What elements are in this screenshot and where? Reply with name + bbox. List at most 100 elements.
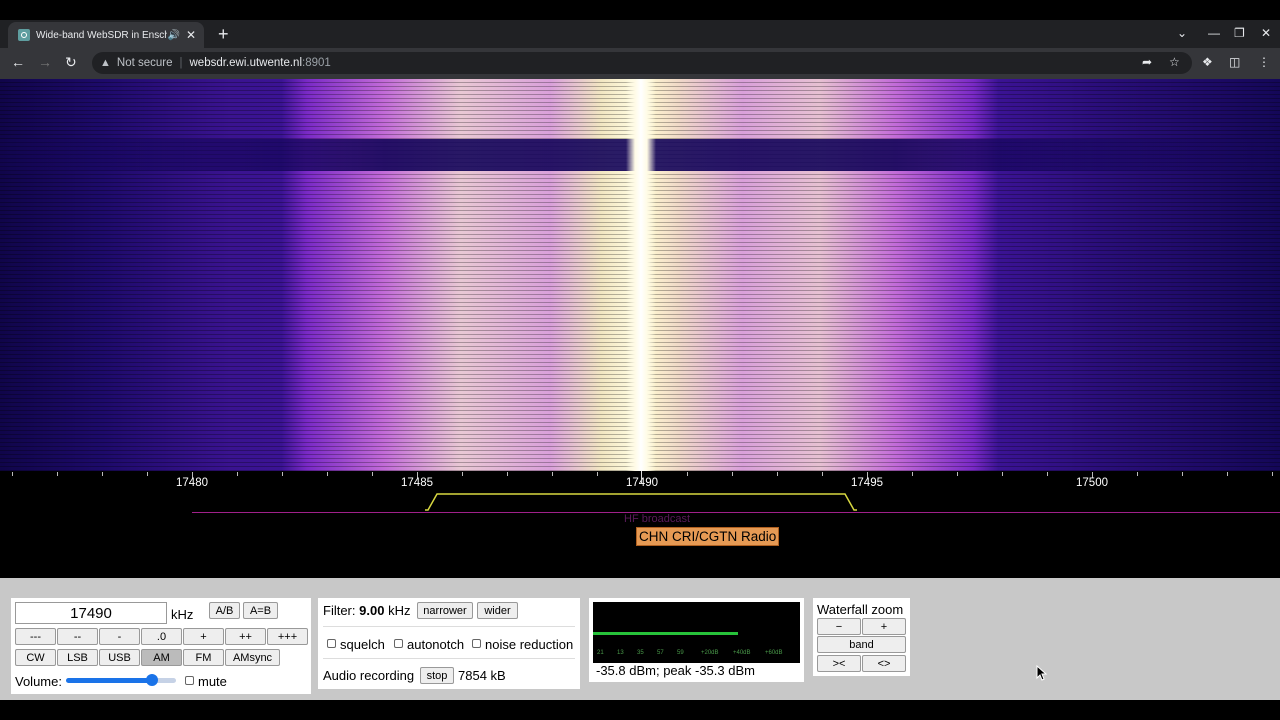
filter-label-text: Filter: — [323, 603, 356, 618]
close-window-icon[interactable]: ✕ — [1261, 26, 1271, 40]
filter-unit: kHz — [388, 603, 411, 618]
meter-scale-label: 21 — [597, 650, 604, 656]
share-icon[interactable]: ➦ — [1142, 55, 1152, 69]
scale-tick — [1047, 472, 1048, 476]
tab-title: Wide-band WebSDR in Ensch — [36, 29, 168, 41]
round-frequency-button[interactable]: .0 — [141, 628, 182, 645]
new-tab-button[interactable]: + — [218, 24, 229, 44]
zoom-title: Waterfall zoom — [817, 602, 904, 617]
volume-slider-thumb[interactable] — [146, 674, 158, 686]
meter-scale-label: +20dB — [701, 650, 719, 656]
signal-meter: 21 13 35 57 59 +20dB +40dB +60dB — [593, 602, 800, 663]
screen-bottom-border — [0, 700, 1280, 720]
scale-tick — [777, 472, 778, 476]
filter-label: Filter: 9.00 kHz — [323, 603, 410, 618]
signal-level-bar — [593, 632, 738, 635]
a-equals-b-button[interactable]: A=B — [243, 602, 278, 619]
frequency-input[interactable] — [15, 602, 167, 624]
forward-arrow-icon[interactable]: → — [38, 54, 52, 70]
scale-tick — [507, 472, 508, 476]
screen-top-border — [0, 0, 1280, 20]
step-down-medium-button[interactable]: -- — [57, 628, 98, 645]
step-up-small-button[interactable]: + — [183, 628, 224, 645]
bookmark-star-icon[interactable]: ☆ — [1169, 55, 1180, 69]
filter-panel: Filter: 9.00 kHz narrower wider squelch … — [318, 598, 580, 689]
extensions-puzzle-icon[interactable]: ❖ — [1202, 55, 1213, 69]
scale-tick — [327, 472, 328, 476]
step-up-medium-button[interactable]: ++ — [225, 628, 266, 645]
minimize-icon[interactable]: — — [1208, 26, 1220, 40]
back-arrow-icon[interactable]: ← — [11, 54, 25, 70]
zoom-in-button[interactable]: + — [862, 618, 906, 635]
noise-reduction-label: noise reduction — [485, 637, 574, 652]
step-down-small-button[interactable]: - — [99, 628, 140, 645]
websdr-favicon-icon — [18, 29, 30, 41]
autonotch-label: autonotch — [407, 637, 465, 652]
noise-reduction-checkbox[interactable] — [472, 639, 481, 648]
mute-checkbox[interactable] — [185, 676, 194, 685]
waterfall-carrier — [626, 79, 656, 471]
scale-tick — [1137, 472, 1138, 476]
url-port: :8901 — [302, 57, 331, 69]
mode-am-button[interactable]: AM — [141, 649, 182, 666]
meter-scale-label: 59 — [677, 650, 684, 656]
mode-cw-button[interactable]: CW — [15, 649, 56, 666]
recording-size: 7854 kB — [458, 668, 506, 683]
browser-tab[interactable]: Wide-band WebSDR in Ensch 🔊 ✕ — [8, 22, 204, 48]
squelch-checkbox[interactable] — [327, 639, 336, 648]
speaker-icon[interactable]: 🔊 — [167, 30, 179, 41]
mute-label: mute — [198, 674, 227, 689]
recording-divider — [323, 658, 575, 659]
side-panel-icon[interactable]: ◫ — [1229, 55, 1240, 69]
scale-tick — [597, 472, 598, 476]
meter-scale-label: 35 — [637, 650, 644, 656]
scale-tick — [552, 472, 553, 476]
warning-icon: ▲ — [100, 57, 111, 69]
scale-tick — [912, 472, 913, 476]
address-separator: | — [179, 57, 183, 69]
step-up-large-button[interactable]: +++ — [267, 628, 308, 645]
zoom-wide-button[interactable]: <> — [862, 655, 906, 672]
address-bar[interactable]: ▲ Not secure | websdr.ewi.utwente.nl:890… — [92, 52, 1192, 74]
squelch-label: squelch — [340, 637, 385, 652]
narrower-button[interactable]: narrower — [417, 602, 473, 619]
scale-tick — [1272, 472, 1273, 476]
waterfall-display[interactable] — [0, 79, 1280, 471]
restore-icon[interactable]: ❐ — [1234, 26, 1245, 40]
audio-recording-label: Audio recording — [323, 668, 415, 683]
passband-indicator[interactable] — [424, 493, 858, 511]
volume-label: Volume: — [15, 674, 62, 689]
scale-tick — [822, 472, 823, 476]
mode-lsb-button[interactable]: LSB — [57, 649, 98, 666]
scale-tick — [957, 472, 958, 476]
menu-kebab-icon[interactable]: ⋮ — [1258, 55, 1270, 69]
scale-tick — [1227, 472, 1228, 476]
tuning-panel: kHz A/B A=B --- -- - .0 + ++ +++ CW LSB … — [11, 598, 311, 694]
ab-button[interactable]: A/B — [209, 602, 240, 619]
autonotch-checkbox[interactable] — [394, 639, 403, 648]
tick-label: 17480 — [176, 477, 208, 489]
stop-recording-button[interactable]: stop — [420, 667, 454, 684]
volume-slider-fill[interactable] — [66, 678, 152, 683]
mode-fm-button[interactable]: FM — [183, 649, 224, 666]
zoom-narrow-button[interactable]: >< — [817, 655, 861, 672]
scale-tick — [687, 472, 688, 476]
close-tab-icon[interactable]: ✕ — [186, 28, 196, 42]
zoom-band-button[interactable]: band — [817, 636, 906, 653]
zoom-out-button[interactable]: − — [817, 618, 861, 635]
station-label[interactable]: CHN CRI/CGTN Radio — [636, 527, 780, 546]
frequency-unit: kHz — [171, 607, 194, 622]
step-down-large-button[interactable]: --- — [15, 628, 56, 645]
waterfall-zoom-panel: Waterfall zoom − + band >< <> — [813, 598, 910, 676]
mode-amsync-button[interactable]: AMsync — [225, 649, 280, 666]
band-label: HF broadcast — [624, 513, 691, 525]
tab-search-icon[interactable]: ⌄ — [1177, 26, 1187, 40]
tick-label: 17500 — [1076, 477, 1108, 489]
smeter-panel: 21 13 35 57 59 +20dB +40dB +60dB -35.8 d… — [589, 598, 804, 682]
wider-button[interactable]: wider — [477, 602, 518, 619]
tuning-cursor — [641, 471, 642, 483]
signal-readout: -35.8 dBm; peak -35.3 dBm — [596, 663, 755, 678]
mode-usb-button[interactable]: USB — [99, 649, 140, 666]
meter-scale-label: +60dB — [765, 650, 783, 656]
reload-icon[interactable]: ↻ — [65, 54, 77, 70]
